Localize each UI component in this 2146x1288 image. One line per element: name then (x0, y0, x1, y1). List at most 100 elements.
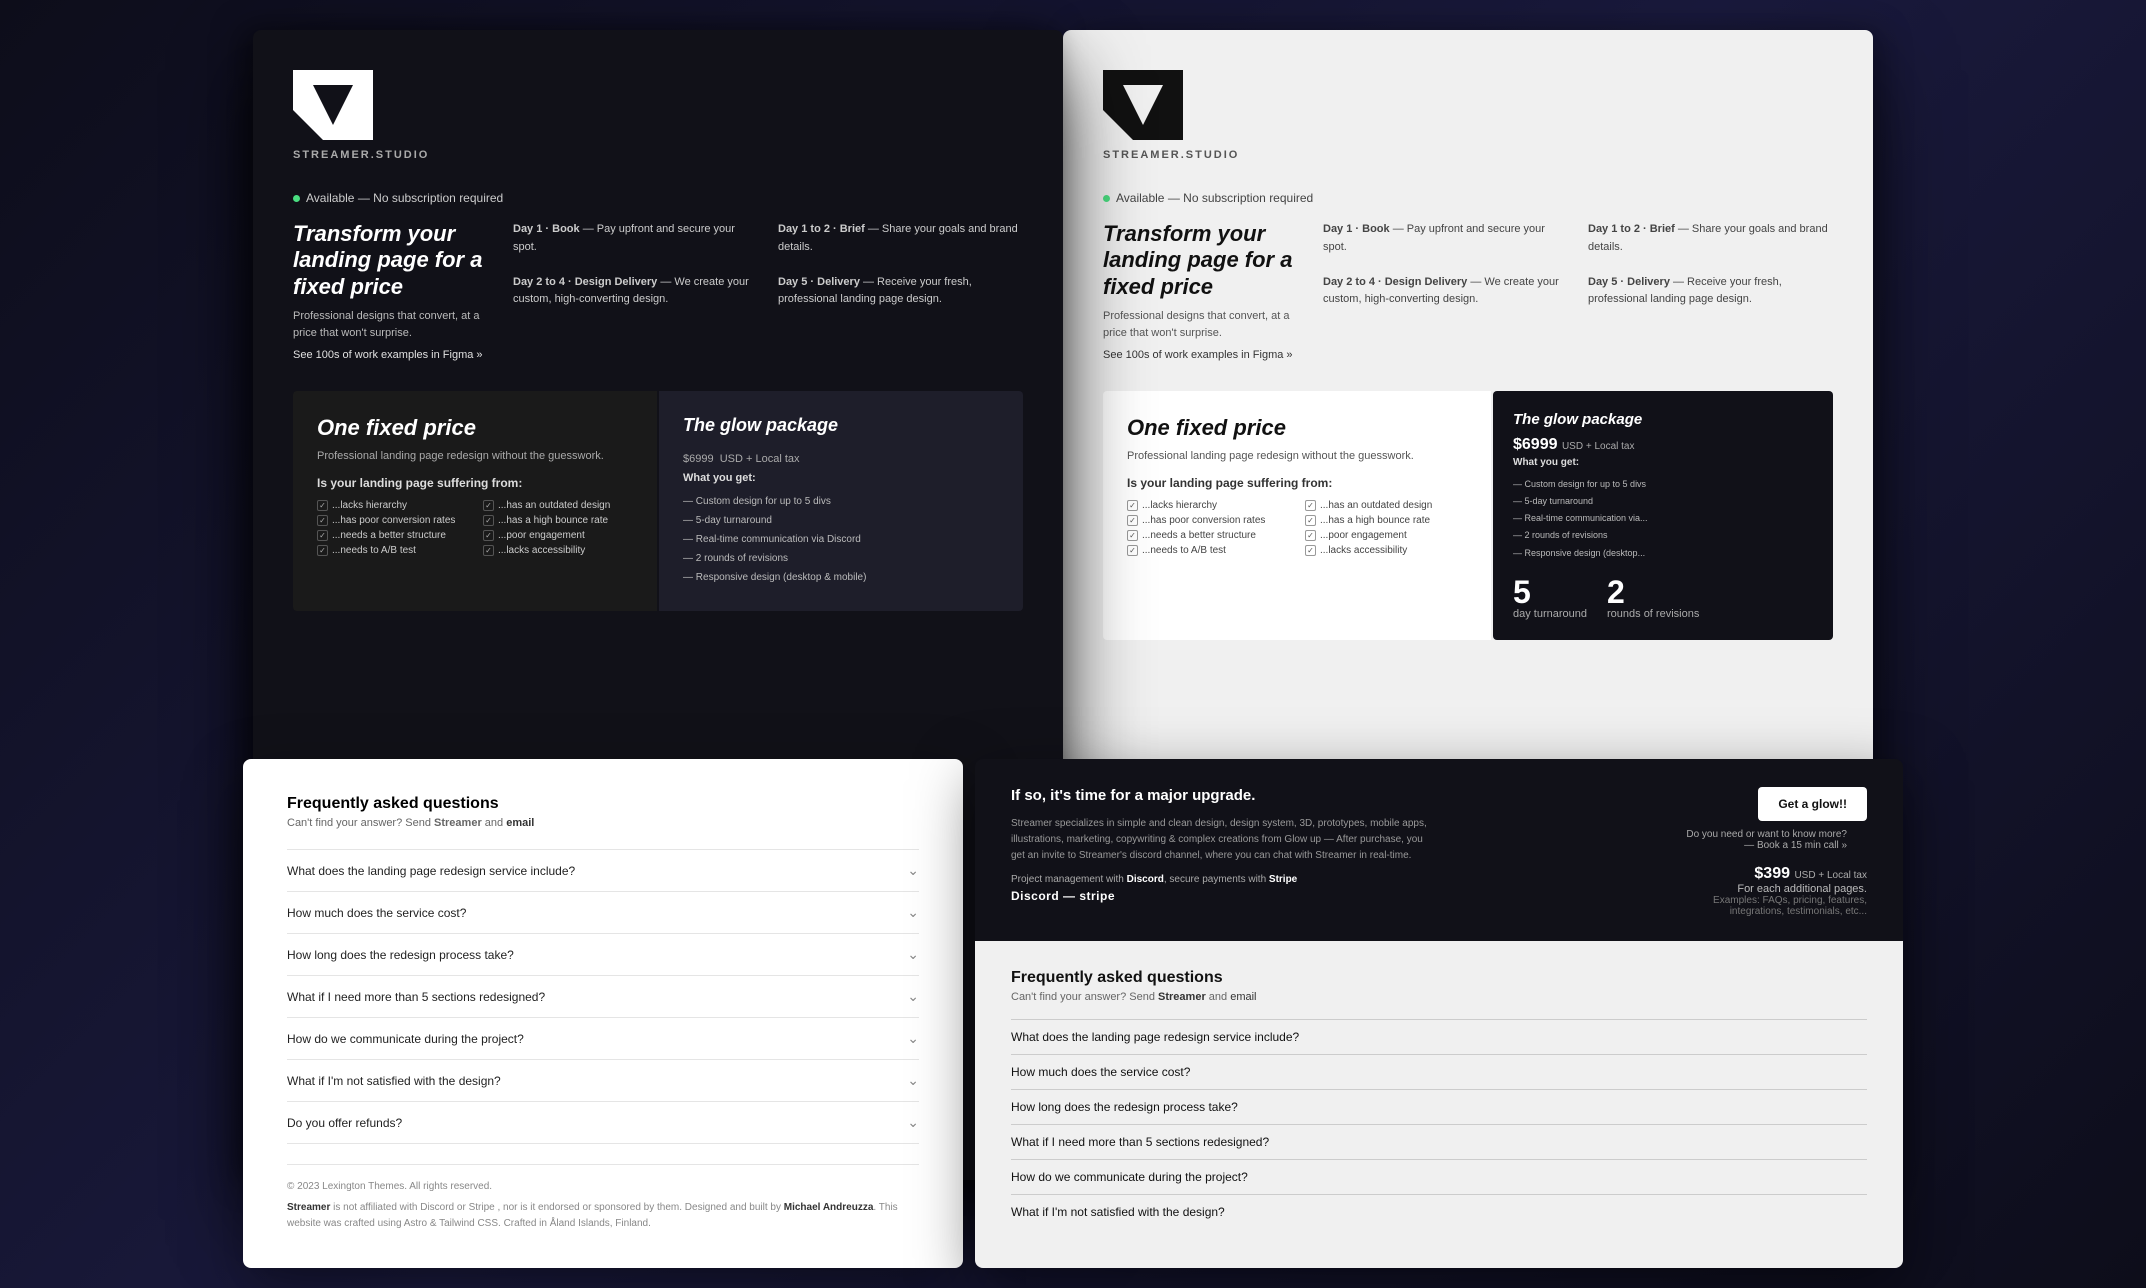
list-item: — Responsive design (desktop... (1513, 545, 1813, 562)
list-item: — 2 rounds of revisions (1513, 527, 1813, 544)
brand-name-light: STREAMER.STUDIO (1103, 149, 1833, 161)
step1-title: Day 1 · Book (513, 223, 580, 235)
pricing-headline-light: One fixed price (1127, 415, 1467, 441)
faq-question: What if I need more than 5 sections rede… (1011, 1135, 1269, 1149)
discord-stripe: Discord — stripe (1011, 889, 1647, 903)
pricing-area-light: One fixed price Professional landing pag… (1103, 391, 1833, 639)
hero-subtext-light: Professional designs that convert, at a … (1103, 308, 1303, 341)
pricing-headline: One fixed price (317, 415, 633, 441)
faq-question: What if I'm not satisfied with the desig… (1011, 1205, 1225, 1219)
faq-item[interactable]: How do we communicate during the project… (287, 1017, 919, 1059)
chevron-down-icon: ⌄ (907, 1114, 919, 1131)
pricing-right: The glow package $6999 USD + Local tax W… (659, 391, 1023, 611)
payment-text: Project management with Discord, secure … (1011, 874, 1647, 885)
faq-question: How do we communicate during the project… (1011, 1170, 1248, 1184)
package-title: The glow package (683, 415, 999, 436)
check-item: ✓...has an outdated design (1305, 500, 1467, 511)
faq-left-panel: Frequently asked questions Can't find yo… (243, 759, 963, 1268)
if-so-desc: Streamer specializes in simple and clean… (1011, 816, 1431, 864)
checkbox: ✓ (1127, 515, 1138, 526)
faq-list: What does the landing page redesign serv… (287, 849, 919, 1144)
check-item: ✓...lacks hierarchy (1127, 500, 1289, 511)
package-list: Custom design for up to 5 divs 5-day tur… (683, 492, 999, 587)
list-item: — 5-day turnaround (1513, 493, 1813, 510)
hero-left-light: Transform your landing page for a fixed … (1103, 221, 1303, 363)
steps-col1-light: Day 1 · Book — Pay upfront and secure yo… (1323, 221, 1568, 363)
available-badge-light: Available — No subscription required (1103, 191, 1833, 205)
logo-area-light: STREAMER.STUDIO (1103, 70, 1833, 161)
package-price: $6999 USD + Local tax (683, 442, 999, 468)
chevron-down-icon: ⌄ (907, 904, 919, 921)
faq-right-list: What does the landing page redesign serv… (1011, 1019, 1867, 1229)
check-item: ✓...needs a better structure (317, 530, 467, 541)
checkbox: ✓ (483, 515, 494, 526)
step4-title: Day 5 · Delivery (778, 276, 860, 288)
add-price-section: $399 USD + Local tax For each additional… (1667, 865, 1867, 917)
steps-col2: Day 1 to 2 · Brief — Share your goals an… (778, 221, 1023, 363)
stats-row: 5 day turnaround 2 rounds of revisions (1513, 576, 1813, 620)
faq-item[interactable]: How long does the redesign process take?… (287, 933, 919, 975)
add-price-examples: Examples: FAQs, pricing, features, integ… (1667, 895, 1867, 917)
hero-section-light: Transform your landing page for a fixed … (1103, 221, 1833, 363)
list-item: — Real-time communication via... (1513, 510, 1813, 527)
list-item: Custom design for up to 5 divs (683, 492, 999, 511)
faq-item[interactable]: How do we communicate during the project… (1011, 1159, 1867, 1194)
faq-item[interactable]: What if I'm not satisfied with the desig… (1011, 1194, 1867, 1229)
hero-headline: Transform your landing page for a fixed … (293, 221, 493, 300)
check-item: ✓...has an outdated design (483, 500, 633, 511)
faq-question: What does the landing page redesign serv… (287, 864, 575, 878)
if-so-left: If so, it's time for a major upgrade. St… (1011, 787, 1647, 903)
checkbox: ✓ (1127, 545, 1138, 556)
list-item: 5-day turnaround (683, 511, 999, 530)
stat-days: 5 day turnaround (1513, 576, 1587, 620)
faq-item[interactable]: How long does the redesign process take? (1011, 1089, 1867, 1124)
faq-item[interactable]: What does the landing page redesign serv… (1011, 1019, 1867, 1054)
figma-link-light[interactable]: See 100s of work examples in Figma » (1103, 349, 1293, 361)
get-glow-button[interactable]: Get a glow!! (1758, 787, 1867, 821)
hero-headline-light: Transform your landing page for a fixed … (1103, 221, 1303, 300)
what-overlay: What you get: (1513, 457, 1813, 468)
chevron-down-icon: ⌄ (907, 988, 919, 1005)
faq-question: Do you offer refunds? (287, 1116, 402, 1130)
days-number: 5 (1513, 576, 1587, 608)
faq-item[interactable]: How much does the service cost? (1011, 1054, 1867, 1089)
figma-link[interactable]: See 100s of work examples in Figma » (293, 349, 483, 361)
steps-col2-light: Day 1 to 2 · Brief — Share your goals an… (1588, 221, 1833, 363)
faq-right-title: Frequently asked questions (1011, 969, 1867, 987)
book-call-text: Do you need or want to know more?— Book … (1667, 829, 1847, 851)
faq-item[interactable]: How much does the service cost? ⌄ (287, 891, 919, 933)
checkbox: ✓ (1305, 515, 1316, 526)
checkbox: ✓ (483, 545, 494, 556)
bottom-area: Frequently asked questions Can't find yo… (243, 759, 1903, 1268)
check-item: ✓...has a high bounce rate (483, 515, 633, 526)
check-item: ✓...needs to A/B test (317, 545, 467, 556)
checkbox: ✓ (317, 500, 328, 511)
suffering-title-light: Is your landing page suffering from: (1127, 476, 1467, 490)
faq-item[interactable]: What if I need more than 5 sections rede… (287, 975, 919, 1017)
add-price: $399 USD + Local tax (1667, 865, 1867, 883)
revisions-number: 2 (1607, 576, 1699, 608)
copyright: © 2023 Lexington Themes. All rights rese… (287, 1181, 919, 1192)
faq-title: Frequently asked questions (287, 795, 919, 813)
check-item: ✓...has poor conversion rates (317, 515, 467, 526)
faq-question: What does the landing page redesign serv… (1011, 1030, 1299, 1044)
checkbox: ✓ (483, 530, 494, 541)
legal-text: Streamer is not affiliated with Discord … (287, 1200, 919, 1232)
list-item: Responsive design (desktop & mobile) (683, 568, 999, 587)
faq-question: How long does the redesign process take? (1011, 1100, 1238, 1114)
faq-item[interactable]: What if I'm not satisfied with the desig… (287, 1059, 919, 1101)
hero-section: Transform your landing page for a fixed … (293, 221, 1023, 363)
hero-left: Transform your landing page for a fixed … (293, 221, 493, 363)
faq-item[interactable]: What does the landing page redesign serv… (287, 849, 919, 891)
list-item: Real-time communication via Discord (683, 530, 999, 549)
check-item: ✓...needs a better structure (1127, 530, 1289, 541)
faq-item[interactable]: Do you offer refunds? ⌄ (287, 1101, 919, 1144)
badge-dot-light (1103, 195, 1110, 202)
list-item: 2 rounds of revisions (683, 549, 999, 568)
right-bottom-panel: If so, it's time for a major upgrade. St… (975, 759, 1903, 1268)
suffering-title: Is your landing page suffering from: (317, 476, 633, 490)
available-badge: Available — No subscription required (293, 191, 1023, 205)
checkbox: ✓ (1305, 545, 1316, 556)
if-so-title: If so, it's time for a major upgrade. (1011, 787, 1647, 804)
faq-item[interactable]: What if I need more than 5 sections rede… (1011, 1124, 1867, 1159)
